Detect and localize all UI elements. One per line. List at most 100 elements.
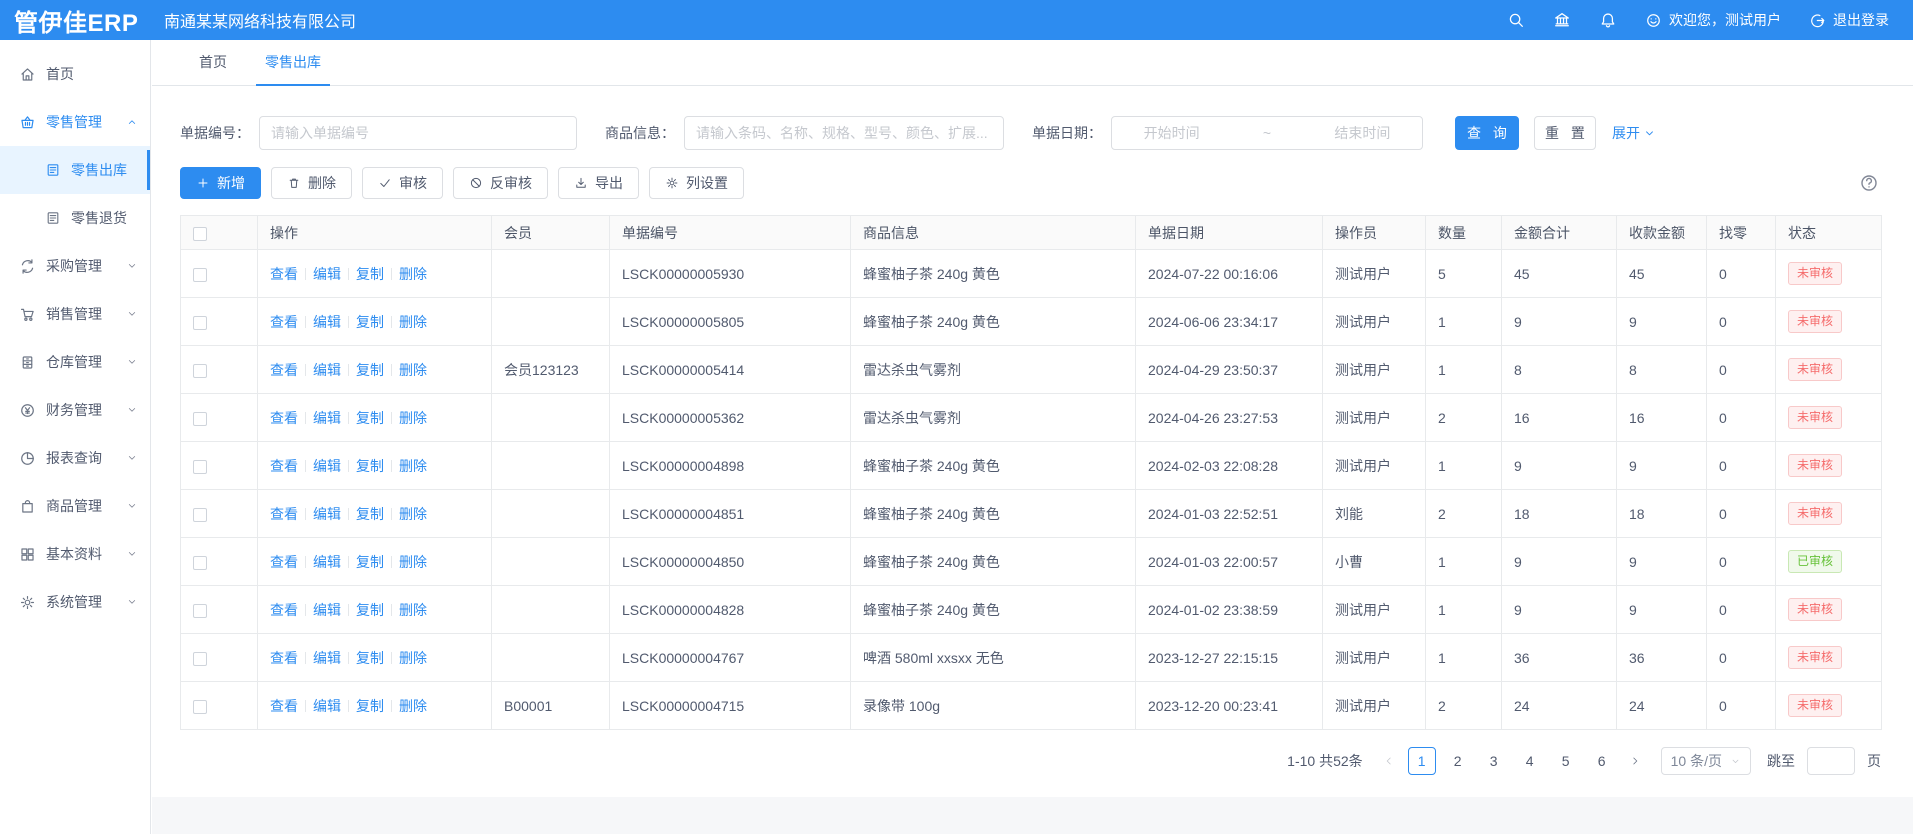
action-edit-link[interactable]: 编辑	[313, 506, 341, 522]
row-checkbox[interactable]	[193, 460, 207, 474]
next-page-button[interactable]	[1623, 747, 1647, 775]
page-number-4[interactable]: 4	[1516, 747, 1544, 775]
tab-retail-outbound[interactable]: 零售出库	[246, 40, 340, 85]
page-number-6[interactable]: 6	[1588, 747, 1616, 775]
unaudit-button[interactable]: 反审核	[453, 167, 548, 199]
sidebar-item-purchase[interactable]: 采购管理	[0, 242, 150, 290]
sidebar-item-retail-return[interactable]: 零售退货	[0, 194, 150, 242]
row-checkbox[interactable]	[193, 508, 207, 522]
action-delete-link[interactable]: 删除	[399, 602, 427, 618]
action-edit-link[interactable]: 编辑	[313, 650, 341, 666]
welcome-user[interactable]: 欢迎您，测试用户	[1645, 10, 1781, 30]
action-delete-link[interactable]: 删除	[399, 362, 427, 378]
row-checkbox[interactable]	[193, 316, 207, 330]
row-checkbox[interactable]	[193, 556, 207, 570]
action-edit-link[interactable]: 编辑	[313, 554, 341, 570]
sidebar-item-warehouse[interactable]: 仓库管理	[0, 338, 150, 386]
action-copy-link[interactable]: 复制	[356, 362, 384, 378]
logout-button[interactable]: 退出登录	[1809, 10, 1889, 30]
action-edit-link[interactable]: 编辑	[313, 698, 341, 714]
action-delete-link[interactable]: 删除	[399, 410, 427, 426]
page-size-select[interactable]: 10 条/页	[1661, 747, 1751, 775]
bill-no-input[interactable]	[259, 116, 577, 150]
sidebar-item-retail-outbound[interactable]: 零售出库	[0, 146, 150, 194]
row-checkbox[interactable]	[193, 604, 207, 618]
row-checkbox[interactable]	[193, 652, 207, 666]
sidebar-item-system[interactable]: 系统管理	[0, 578, 150, 626]
sidebar-item-retail[interactable]: 零售管理	[0, 98, 150, 146]
action-copy-link[interactable]: 复制	[356, 602, 384, 618]
page-number-2[interactable]: 2	[1444, 747, 1472, 775]
goods-input[interactable]	[684, 116, 1004, 150]
row-checkbox[interactable]	[193, 268, 207, 282]
audit-button[interactable]: 审核	[362, 167, 443, 199]
action-copy-link[interactable]: 复制	[356, 266, 384, 282]
sidebar-item-finance[interactable]: 财务管理	[0, 386, 150, 434]
action-copy-link[interactable]: 复制	[356, 314, 384, 330]
chevron-down-icon	[1643, 127, 1656, 140]
date-range-input[interactable]: 开始时间 ~ 结束时间	[1111, 116, 1423, 150]
action-edit-link[interactable]: 编辑	[313, 602, 341, 618]
search-button[interactable]: 查 询	[1455, 116, 1519, 150]
cell-bill-no: LSCK00000004851	[610, 490, 851, 538]
jump-to-input[interactable]	[1807, 747, 1855, 775]
sidebar-menu: 首页零售管理零售出库零售退货采购管理销售管理仓库管理财务管理报表查询商品管理基本…	[0, 50, 150, 626]
action-copy-link[interactable]: 复制	[356, 458, 384, 474]
action-view-link[interactable]: 查看	[270, 314, 298, 330]
expand-link[interactable]: 展开	[1612, 123, 1656, 143]
action-copy-link[interactable]: 复制	[356, 506, 384, 522]
add-button[interactable]: 新增	[180, 167, 261, 199]
action-edit-link[interactable]: 编辑	[313, 458, 341, 474]
action-view-link[interactable]: 查看	[270, 362, 298, 378]
sidebar-item-goods[interactable]: 商品管理	[0, 482, 150, 530]
sidebar-item-home[interactable]: 首页	[0, 50, 150, 98]
bank-icon[interactable]	[1553, 11, 1571, 29]
delete-button[interactable]: 删除	[271, 167, 352, 199]
action-view-link[interactable]: 查看	[270, 698, 298, 714]
cell-bill-no: LSCK00000005805	[610, 298, 851, 346]
select-all-checkbox[interactable]	[193, 227, 207, 241]
search-icon[interactable]	[1507, 11, 1525, 29]
prev-page-button[interactable]	[1377, 747, 1401, 775]
action-delete-link[interactable]: 删除	[399, 266, 427, 282]
action-view-link[interactable]: 查看	[270, 650, 298, 666]
action-view-link[interactable]: 查看	[270, 458, 298, 474]
tab-home[interactable]: 首页	[180, 40, 246, 85]
action-delete-link[interactable]: 删除	[399, 698, 427, 714]
row-checkbox[interactable]	[193, 700, 207, 714]
action-separator	[305, 460, 306, 472]
action-delete-link[interactable]: 删除	[399, 314, 427, 330]
action-delete-link[interactable]: 删除	[399, 650, 427, 666]
sidebar-item-basic[interactable]: 基本资料	[0, 530, 150, 578]
action-view-link[interactable]: 查看	[270, 506, 298, 522]
action-edit-link[interactable]: 编辑	[313, 362, 341, 378]
action-copy-link[interactable]: 复制	[356, 554, 384, 570]
export-button[interactable]: 导出	[558, 167, 639, 199]
action-copy-link[interactable]: 复制	[356, 698, 384, 714]
help-icon[interactable]	[1859, 173, 1879, 193]
action-edit-link[interactable]: 编辑	[313, 410, 341, 426]
action-delete-link[interactable]: 删除	[399, 506, 427, 522]
action-view-link[interactable]: 查看	[270, 410, 298, 426]
action-edit-link[interactable]: 编辑	[313, 314, 341, 330]
cell-date: 2024-01-03 22:00:57	[1136, 538, 1323, 586]
row-checkbox[interactable]	[193, 412, 207, 426]
action-copy-link[interactable]: 复制	[356, 410, 384, 426]
action-delete-link[interactable]: 删除	[399, 458, 427, 474]
action-copy-link[interactable]: 复制	[356, 650, 384, 666]
bell-icon[interactable]	[1599, 11, 1617, 29]
page-number-5[interactable]: 5	[1552, 747, 1580, 775]
action-edit-link[interactable]: 编辑	[313, 266, 341, 282]
sidebar-item-report[interactable]: 报表查询	[0, 434, 150, 482]
page-number-3[interactable]: 3	[1480, 747, 1508, 775]
page-number-1[interactable]: 1	[1408, 747, 1436, 775]
reset-button[interactable]: 重 置	[1534, 116, 1596, 150]
action-view-link[interactable]: 查看	[270, 602, 298, 618]
column-settings-button[interactable]: 列设置	[649, 167, 744, 199]
trash-icon	[287, 176, 301, 190]
action-view-link[interactable]: 查看	[270, 554, 298, 570]
sidebar-item-sales[interactable]: 销售管理	[0, 290, 150, 338]
row-checkbox[interactable]	[193, 364, 207, 378]
action-view-link[interactable]: 查看	[270, 266, 298, 282]
action-delete-link[interactable]: 删除	[399, 554, 427, 570]
